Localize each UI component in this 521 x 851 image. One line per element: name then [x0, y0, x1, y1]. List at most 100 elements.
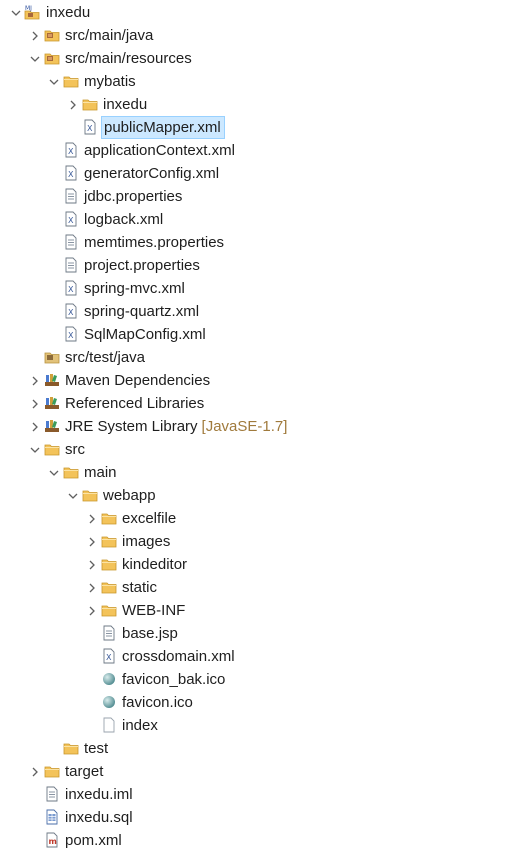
chevron-right-icon[interactable] [85, 553, 99, 576]
tree-item-label: spring-mvc.xml [82, 278, 187, 299]
tree-item-text: WEB-INF [122, 602, 186, 619]
tree-item-label: crossdomain.xml [120, 646, 237, 667]
tree-item-text: logback.xml [84, 211, 164, 228]
tree-item-favicon-bak-ico[interactable]: favicon_bak.ico [0, 668, 521, 691]
source-folder-empty-icon [44, 349, 60, 365]
chevron-down-icon[interactable] [66, 484, 80, 507]
tree-item-maven-dependencies[interactable]: Maven Dependencies [0, 369, 521, 392]
svg-text:X: X [106, 653, 112, 662]
library-icon [44, 395, 60, 411]
chevron-down-icon[interactable] [9, 1, 23, 24]
tree-item-target[interactable]: target [0, 760, 521, 783]
tree-item-text: jdbc.properties [84, 188, 183, 205]
tree-item-label: SqlMapConfig.xml [82, 324, 208, 345]
tree-item-webapp[interactable]: webapp [0, 484, 521, 507]
tree-item-test[interactable]: test [0, 737, 521, 760]
xml-file-icon: X [63, 211, 79, 227]
tree-item-main[interactable]: main [0, 461, 521, 484]
tree-item-label: inxedu.iml [63, 784, 135, 805]
folder-icon [82, 96, 98, 112]
tree-item-text: favicon.ico [122, 694, 193, 711]
tree-item-applicationcontext-xml[interactable]: XapplicationContext.xml [0, 139, 521, 162]
chevron-right-icon[interactable] [66, 93, 80, 116]
text-file-icon [63, 257, 79, 273]
tree-item-text: crossdomain.xml [122, 648, 235, 665]
tree-item-images[interactable]: images [0, 530, 521, 553]
tree-item-project-properties[interactable]: project.properties [0, 254, 521, 277]
xml-file-icon: X [63, 303, 79, 319]
tree-item-text: Referenced Libraries [65, 395, 205, 412]
xml-file-icon: X [63, 165, 79, 181]
chevron-down-icon[interactable] [47, 461, 61, 484]
tree-item-jdbc-properties[interactable]: jdbc.properties [0, 185, 521, 208]
tree-item-mybatis[interactable]: mybatis [0, 70, 521, 93]
tree-item-pom-xml[interactable]: m pom.xml [0, 829, 521, 851]
tree-item-label: inxedu [101, 94, 149, 115]
xml-file-icon: X [63, 280, 79, 296]
tree-item-publicmapper-xml[interactable]: XpublicMapper.xml [0, 116, 521, 139]
tree-item-text: kindeditor [122, 556, 188, 573]
tree-item-favicon-ico[interactable]: favicon.ico [0, 691, 521, 714]
chevron-right-icon[interactable] [85, 530, 99, 553]
tree-item-memtimes-properties[interactable]: memtimes.properties [0, 231, 521, 254]
chevron-right-icon[interactable] [28, 392, 42, 415]
library-icon [44, 418, 60, 434]
folder-icon [44, 441, 60, 457]
tree-item-src-main-java[interactable]: src/main/java [0, 24, 521, 47]
tree-item-generatorconfig-xml[interactable]: XgeneratorConfig.xml [0, 162, 521, 185]
tree-item-jre-system-library[interactable]: JRE System Library [JavaSE-1.7] [0, 415, 521, 438]
tree-item-label: applicationContext.xml [82, 140, 237, 161]
chevron-down-icon[interactable] [47, 70, 61, 93]
chevron-right-icon[interactable] [85, 576, 99, 599]
folder-icon [63, 464, 79, 480]
tree-item-kindeditor[interactable]: kindeditor [0, 553, 521, 576]
tree-item-spring-quartz-xml[interactable]: Xspring-quartz.xml [0, 300, 521, 323]
tree-item-inxedu-iml[interactable]: inxedu.iml [0, 783, 521, 806]
maven-pom-icon: m [44, 832, 60, 848]
tree-item-web-inf[interactable]: WEB-INF [0, 599, 521, 622]
folder-icon [101, 533, 117, 549]
chevron-right-icon[interactable] [85, 507, 99, 530]
tree-item-logback-xml[interactable]: Xlogback.xml [0, 208, 521, 231]
tree-item-src-test-java[interactable]: src/test/java [0, 346, 521, 369]
text-file-icon [101, 625, 117, 641]
tree-item-label: favicon_bak.ico [120, 669, 227, 690]
tree-item-sqlmapconfig-xml[interactable]: X SqlMapConfig.xml [0, 323, 521, 346]
chevron-right-icon[interactable] [28, 369, 42, 392]
tree-item-text: index [122, 717, 158, 734]
tree-item-src[interactable]: src [0, 438, 521, 461]
tree-item-text: Maven Dependencies [65, 372, 211, 389]
tree-item-text: spring-quartz.xml [84, 303, 200, 320]
folder-icon [63, 73, 79, 89]
source-folder-icon [44, 27, 60, 43]
chevron-down-icon[interactable] [28, 438, 42, 461]
tree-item-text: generatorConfig.xml [84, 165, 220, 182]
tree-item-crossdomain-xml[interactable]: Xcrossdomain.xml [0, 645, 521, 668]
tree-item-label: src/test/java [63, 347, 147, 368]
tree-item-label: inxedu [44, 2, 92, 23]
chevron-down-icon[interactable] [28, 47, 42, 70]
tree-item-text: favicon_bak.ico [122, 671, 226, 688]
tree-item-label: Maven Dependencies [63, 370, 212, 391]
tree-item-inxedu-sql[interactable]: inxedu.sql [0, 806, 521, 829]
tree-item-base-jsp[interactable]: base.jsp [0, 622, 521, 645]
tree-item-excelfile[interactable]: excelfile [0, 507, 521, 530]
chevron-right-icon[interactable] [28, 415, 42, 438]
tree-item-text: images [122, 533, 171, 550]
text-file-icon [63, 188, 79, 204]
tree-item-label: kindeditor [120, 554, 189, 575]
tree-item-index[interactable]: index [0, 714, 521, 737]
svg-text:X: X [68, 216, 74, 225]
chevron-right-icon[interactable] [28, 24, 42, 47]
tree-item-label: pom.xml [63, 830, 124, 851]
tree-item-inxedu[interactable]: MJ inxedu [0, 1, 521, 24]
tree-item-inxedu[interactable]: inxedu [0, 93, 521, 116]
tree-item-spring-mvc-xml[interactable]: Xspring-mvc.xml [0, 277, 521, 300]
tree-item-src-main-resources[interactable]: src/main/resources [0, 47, 521, 70]
xml-file-icon: X [82, 119, 98, 135]
chevron-right-icon[interactable] [85, 599, 99, 622]
tree-item-referenced-libraries[interactable]: Referenced Libraries [0, 392, 521, 415]
chevron-right-icon[interactable] [28, 760, 42, 783]
tree-item-static[interactable]: static [0, 576, 521, 599]
tree-item-label: project.properties [82, 255, 202, 276]
